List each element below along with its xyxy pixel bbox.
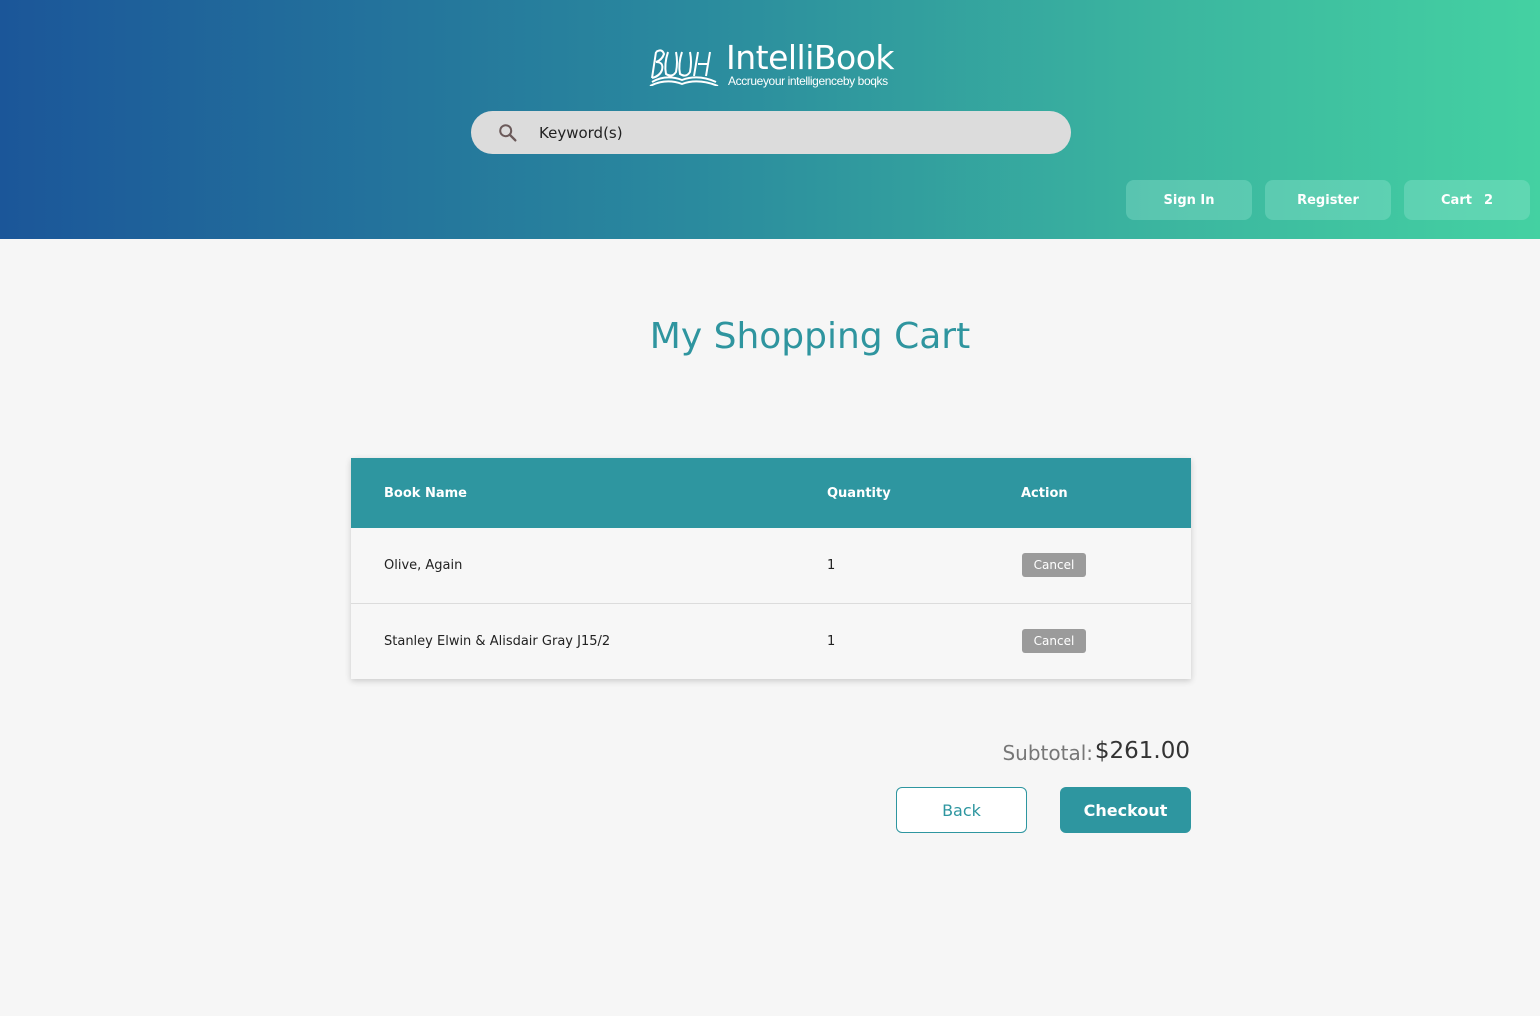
search-input[interactable] — [539, 111, 1039, 154]
page-title: My Shopping Cart — [649, 316, 971, 357]
table-row: Olive, Again 1 Cancel — [351, 528, 1191, 604]
cart-label: Cart — [1441, 192, 1472, 208]
site-header: IntelliBook Accrueyour intelligenceby bo… — [0, 0, 1540, 239]
sign-in-button[interactable]: Sign In — [1126, 180, 1252, 220]
column-header-action: Action — [1021, 486, 1068, 501]
table-row: Stanley Elwin & Alisdair Gray J15/2 1 Ca… — [351, 604, 1191, 679]
subtotal-value: $261.00 — [1094, 738, 1190, 764]
book-name-cell: Stanley Elwin & Alisdair Gray J15/2 — [384, 634, 611, 649]
cart-button[interactable]: Cart 2 — [1404, 180, 1530, 220]
brand-name: IntelliBook — [726, 38, 895, 77]
brand-tagline: Accrueyour intelligenceby boqks — [728, 74, 888, 88]
cancel-button[interactable]: Cancel — [1022, 629, 1086, 653]
checkout-button[interactable]: Checkout — [1060, 787, 1191, 833]
sign-in-label: Sign In — [1163, 192, 1215, 208]
cart-count-badge: 2 — [1483, 192, 1493, 208]
cancel-button[interactable]: Cancel — [1022, 553, 1086, 577]
column-header-book-name: Book Name — [384, 486, 467, 501]
column-header-quantity: Quantity — [827, 486, 891, 501]
search-icon[interactable] — [497, 122, 519, 144]
site-logo[interactable]: IntelliBook Accrueyour intelligenceby bo… — [648, 38, 898, 90]
register-label: Register — [1297, 192, 1359, 208]
table-header: Book Name Quantity Action — [351, 458, 1191, 528]
book-logo-icon — [649, 49, 719, 86]
back-button[interactable]: Back — [896, 787, 1027, 833]
cart-table: Book Name Quantity Action Olive, Again 1… — [351, 458, 1191, 679]
subtotal-label: Subtotal: — [1002, 741, 1093, 765]
quantity-cell: 1 — [827, 558, 836, 573]
quantity-cell: 1 — [827, 634, 836, 649]
book-name-cell: Olive, Again — [384, 558, 463, 573]
search-bar — [471, 111, 1071, 154]
register-button[interactable]: Register — [1265, 180, 1391, 220]
